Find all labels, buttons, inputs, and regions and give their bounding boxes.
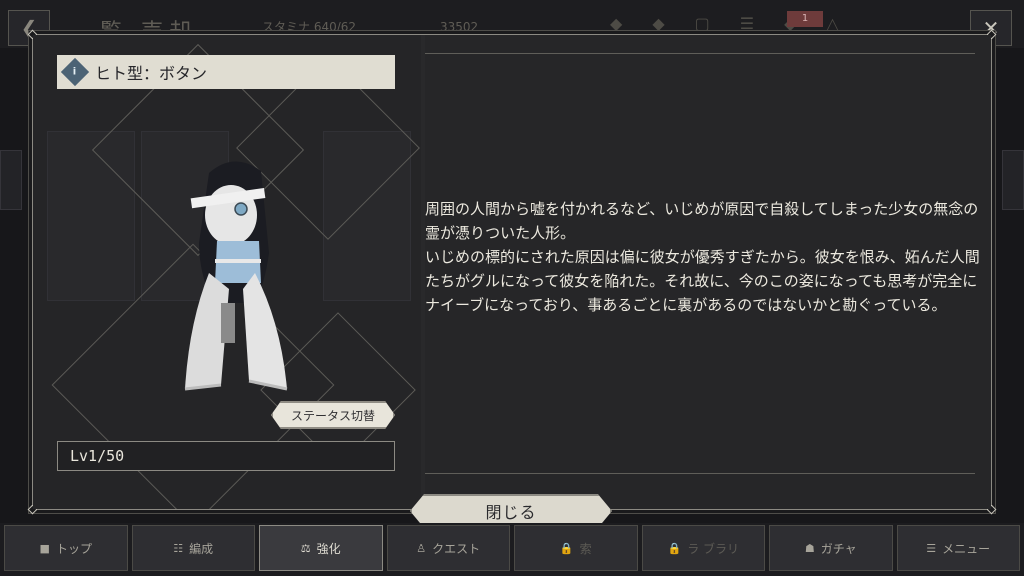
header-icon: ◆ (610, 14, 623, 33)
header-icon: ☰ (739, 14, 755, 33)
character-name: ヒト型：ボタン (95, 64, 208, 83)
bottom-navigation: ■ トップ ☷ 編成 ⚖ 強化 ♙ クエスト 🔒 索 🔒 ラ ブラリ ☗ ガチャ… (0, 523, 1024, 576)
status-toggle-label: ステータス切替 (290, 408, 375, 423)
divider-bottom (425, 473, 975, 474)
enhance-icon: ⚖ (300, 541, 311, 555)
home-icon: ■ (39, 541, 50, 555)
divider-top (425, 53, 975, 54)
menu-icon: ☰ (926, 541, 937, 555)
nav-label: 編成 (189, 541, 214, 556)
nav-item-search-locked[interactable]: 🔒 索 (514, 525, 638, 571)
character-name-plate: i ヒト型：ボタン (57, 55, 395, 89)
nav-item-quest[interactable]: ♙ クエスト (386, 525, 510, 571)
gacha-icon: ☗ (804, 541, 815, 555)
stamina-display: スタミナ 640/62 (262, 20, 357, 34)
level-display: Lv1/50 (57, 441, 395, 471)
side-scroll-left (0, 150, 22, 210)
nav-item-formation[interactable]: ☷ 編成 (131, 525, 255, 571)
nav-item-menu[interactable]: ☰ メニュー (896, 525, 1020, 571)
nav-label: 強化 (316, 541, 341, 556)
quest-icon: ♙ (416, 541, 427, 555)
nav-label: 索 (579, 541, 592, 556)
nav-item-library-locked[interactable]: 🔒 ラ ブラリ (641, 525, 765, 571)
header-icon: ▢ (694, 14, 710, 33)
nav-label: ラ ブラリ (687, 541, 740, 556)
character-portrait (184, 161, 288, 391)
character-detail-dialog: i ヒト型：ボタン ステータス切替 Lv1/50 周囲の人間から嘘を付かれるなど… (27, 29, 997, 515)
nav-item-gacha[interactable]: ☗ ガチャ (769, 525, 893, 571)
formation-icon: ☷ (173, 541, 184, 555)
side-scroll-right (1002, 150, 1024, 210)
status-toggle-button[interactable]: ステータス切替 (271, 401, 395, 429)
character-description: 周囲の人間から嘘を付かれるなど、いじめが原因で自殺してしまった少女の無念の霊が憑… (425, 200, 980, 314)
nav-label: メニュー (942, 541, 991, 556)
nav-item-top[interactable]: ■ トップ (4, 525, 128, 571)
level-text: Lv1/50 (70, 447, 125, 465)
lock-icon: 🔒 (559, 541, 574, 555)
nav-label: トップ (55, 541, 92, 556)
nav-item-enhance[interactable]: ⚖ 強化 (259, 525, 383, 571)
coin-display: 33502 (440, 20, 479, 34)
header-icon: ◆ (652, 14, 665, 33)
diamond-type-icon: i (60, 57, 90, 87)
lock-icon: 🔒 (667, 541, 682, 555)
description-pane: 周囲の人間から嘘を付かれるなど、いじめが原因で自殺してしまった少女の無念の霊が憑… (425, 35, 991, 509)
character-portrait-pane: i ヒト型：ボタン ステータス切替 Lv1/50 (33, 35, 421, 509)
nav-label: ガチャ (820, 541, 857, 556)
close-button-label: 閉じる (485, 503, 537, 522)
nav-label: クエスト (432, 541, 481, 556)
header-icon: △ (826, 14, 839, 33)
notification-badge: 1 (787, 11, 823, 27)
